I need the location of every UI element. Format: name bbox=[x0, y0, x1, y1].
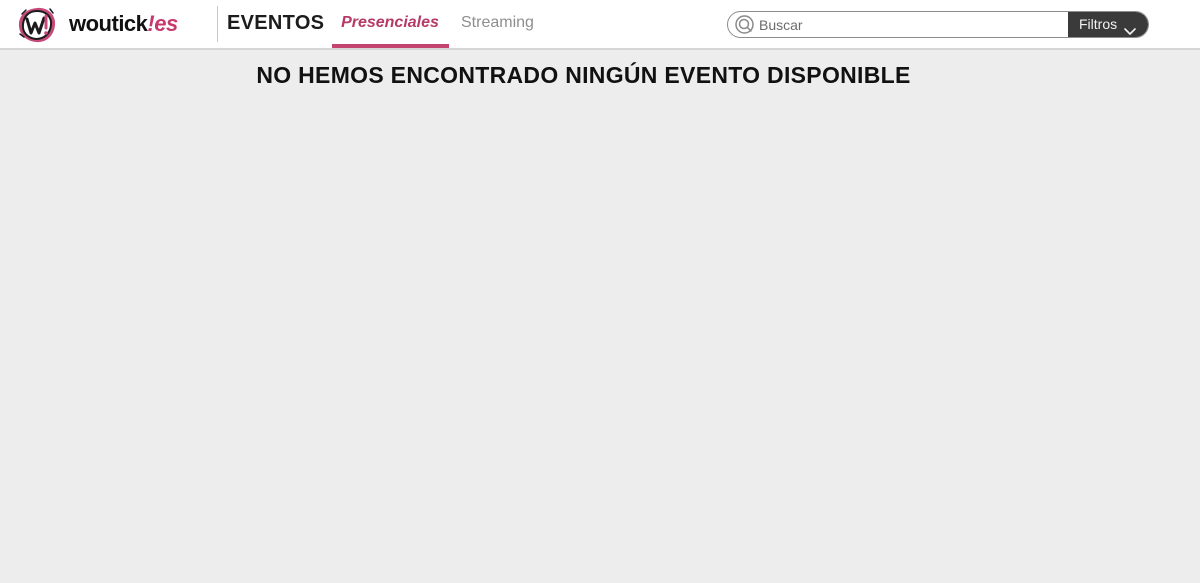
search-bar: Filtros bbox=[727, 11, 1149, 38]
active-tab-indicator bbox=[332, 44, 449, 48]
tab-streaming[interactable]: Streaming bbox=[461, 14, 534, 32]
filters-button[interactable]: Filtros bbox=[1068, 12, 1148, 37]
brand-name-text: woutick bbox=[69, 11, 148, 36]
woutick-logo-icon[interactable] bbox=[17, 6, 57, 44]
brand-domain-suffix: !es bbox=[147, 11, 178, 36]
empty-state-message: NO HEMOS ENCONTRADO NINGÚN EVENTO DISPON… bbox=[256, 62, 911, 88]
search-icon[interactable] bbox=[734, 14, 755, 35]
tab-presenciales[interactable]: Presenciales bbox=[332, 14, 448, 32]
header-divider bbox=[217, 6, 218, 42]
section-title: EVENTOS bbox=[227, 12, 325, 34]
filters-label: Filtros bbox=[1079, 16, 1118, 32]
brand-name[interactable]: woutick!es bbox=[69, 11, 178, 37]
search-input[interactable] bbox=[759, 12, 1059, 37]
top-navigation-bar: woutick!es EVENTOS Presenciales Streamin… bbox=[0, 0, 1200, 50]
chevron-down-icon bbox=[1124, 19, 1136, 35]
